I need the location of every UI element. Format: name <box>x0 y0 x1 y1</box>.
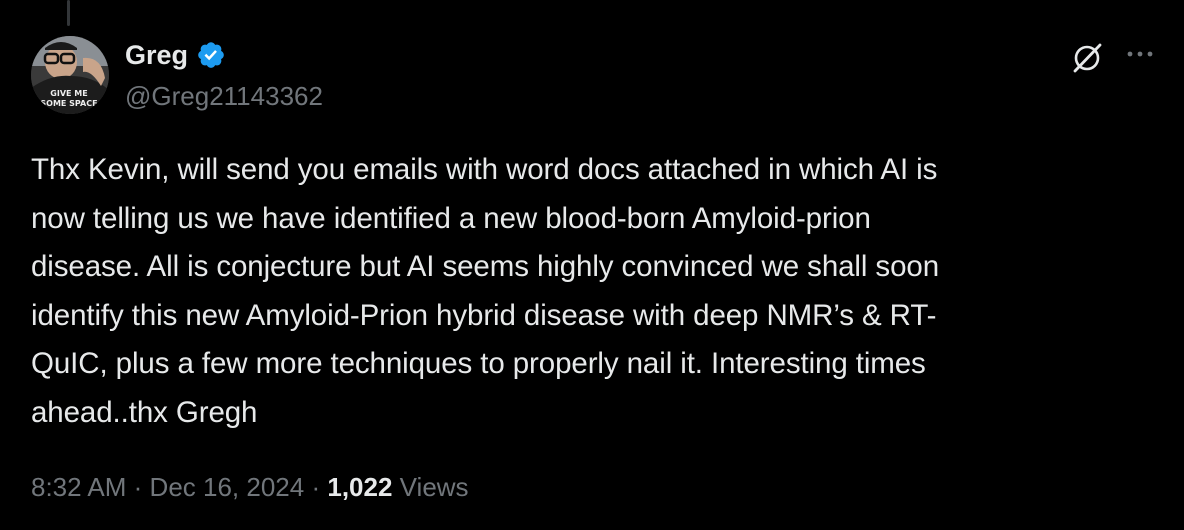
tweet-text-line: now telling us we have identified a new … <box>31 201 871 235</box>
views-label: Views <box>399 472 469 502</box>
avatar-image: GIVE ME SOME SPACE <box>31 36 109 114</box>
tweet-text-line: identify this new Amyloid-Prion hybrid d… <box>31 298 937 332</box>
tweet-timestamp-time[interactable]: 8:32 AM <box>31 472 126 502</box>
tweet-timestamp-date[interactable]: Dec 16, 2024 <box>150 472 305 502</box>
tweet-text-line: QuIC, plus a few more techniques to prop… <box>31 347 926 380</box>
avatar-shirt-text-line1: GIVE ME <box>50 89 87 98</box>
tweet-text-line: Thx Kevin, will send you emails with wor… <box>31 153 938 186</box>
grok-icon[interactable] <box>1070 41 1104 75</box>
tweet-text-line: ahead..thx Gregh <box>31 395 258 429</box>
tweet-text-line: disease. All is conjecture but AI seems … <box>31 250 940 283</box>
meta-separator: · <box>311 472 321 502</box>
avatar[interactable]: GIVE ME SOME SPACE <box>31 36 109 114</box>
meta-separator: · <box>133 472 143 502</box>
avatar-shirt-text-line2: SOME SPACE <box>40 99 97 108</box>
author-handle[interactable]: @Greg21143362 <box>125 80 323 112</box>
author-display-name[interactable]: Greg <box>125 38 188 72</box>
views-count: 1,022 <box>327 472 393 502</box>
tweet-meta-row: 8:32 AM · Dec 16, 2024 · 1,022 Views <box>31 470 469 504</box>
verified-badge-icon[interactable] <box>196 40 226 70</box>
thread-connector-line <box>67 0 70 26</box>
more-options-icon[interactable] <box>1124 44 1156 68</box>
tweet-text: Thx Kevin, will send you emails with wor… <box>31 146 1151 437</box>
author-name-row: Greg <box>125 38 226 72</box>
